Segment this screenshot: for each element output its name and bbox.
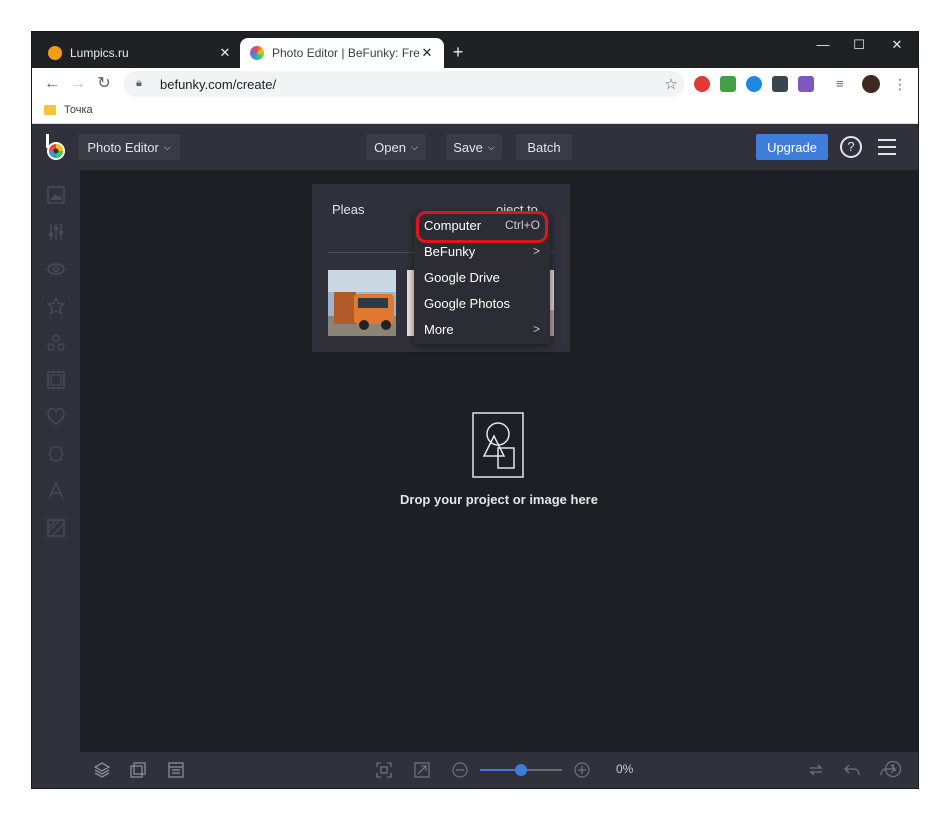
batch-label: Batch [527, 139, 561, 155]
editor-menu-label: Photo Editor [87, 139, 159, 155]
undo-icon[interactable] [844, 762, 860, 778]
editor-canvas[interactable]: Pleas oject to Computer Ctrl+O BeFunky >… [80, 170, 918, 752]
tab-title: Lumpics.ru [70, 46, 129, 60]
sample-image-van[interactable] [328, 270, 396, 336]
maximize-icon[interactable]: ☐ [840, 32, 878, 60]
open-dropdown-menu: Computer Ctrl+O BeFunky > Google Drive G… [414, 212, 550, 344]
avatar[interactable] [862, 75, 880, 93]
menu-item-label: More [424, 321, 454, 337]
forward-icon[interactable]: → [66, 72, 90, 96]
upgrade-button[interactable]: Upgrade [756, 134, 828, 160]
eye-icon[interactable] [47, 260, 65, 278]
menu-item-befunky[interactable]: BeFunky > [414, 238, 550, 264]
bookmark-label: Точка [64, 104, 93, 116]
zoom-slider[interactable] [480, 764, 562, 776]
browser-toolbar: ← → ↻ 🔒︎ befunky.com/create/ ☆ ≡ ⋮ [32, 68, 918, 100]
text-icon[interactable] [47, 482, 65, 500]
close-tab-icon[interactable]: ✕ [218, 45, 232, 61]
menu-item-google-photos[interactable]: Google Photos [414, 290, 550, 316]
save-label: Save [453, 139, 483, 155]
heart-icon[interactable] [47, 408, 65, 426]
adjust-sliders-icon[interactable] [47, 223, 65, 241]
photo-editor-menu[interactable]: Photo Editor ⌵ [78, 134, 180, 160]
zoom-out-icon[interactable] [452, 762, 468, 778]
chevron-right-icon: > [532, 244, 540, 258]
layers-icon[interactable] [94, 762, 110, 778]
close-window-icon[interactable]: ✕ [878, 32, 916, 60]
menu-item-google-drive[interactable]: Google Drive [414, 264, 550, 290]
url-text[interactable]: befunky.com/create/ [160, 77, 658, 92]
star-icon[interactable] [47, 297, 65, 315]
panel-text-left: Pleas [332, 202, 365, 217]
box-extension-icon[interactable] [772, 76, 788, 92]
shapes-icon[interactable] [47, 334, 65, 352]
bookmarks-bar: Точка [32, 100, 918, 124]
chevron-right-icon: > [532, 322, 540, 336]
tab-befunky[interactable]: Photo Editor | BeFunky: Free Onl ✕ [240, 38, 444, 68]
reload-icon[interactable]: ↻ [92, 72, 116, 96]
bookmark-star-icon[interactable]: ☆ [658, 75, 684, 93]
crop-compare-icon[interactable] [130, 762, 146, 778]
texture-icon[interactable] [47, 519, 65, 537]
drop-zone-text: Drop your project or image here [400, 492, 598, 507]
befunky-logo-icon[interactable] [44, 134, 68, 162]
menu-item-label: Computer [424, 217, 482, 233]
music-extension-icon[interactable] [720, 76, 736, 92]
opera-extension-icon[interactable] [694, 76, 710, 92]
ad-extension-icon[interactable] [798, 76, 814, 92]
app-header: Photo Editor ⌵ Open ⌵ Save ⌵ Batch Upgra… [32, 124, 918, 170]
menu-item-more[interactable]: More > [414, 316, 550, 342]
actual-size-icon[interactable] [414, 762, 430, 778]
plus-icon[interactable]: + [448, 42, 468, 62]
history-icon[interactable] [884, 760, 902, 778]
playlist-icon[interactable]: ≡ [836, 76, 852, 92]
fit-screen-icon[interactable] [376, 762, 392, 778]
zoom-slider-handle[interactable] [515, 764, 527, 776]
drop-image-icon [472, 412, 524, 478]
vpn-extension-icon[interactable] [746, 76, 762, 92]
kebab-menu-icon[interactable]: ⋮ [892, 76, 908, 92]
grid-layout-icon[interactable] [168, 762, 184, 778]
tool-sidebar [32, 170, 80, 788]
chevron-down-icon: ⌵ [487, 141, 495, 152]
bottom-toolbar: 0% [80, 752, 918, 788]
menu-item-shortcut: Ctrl+O [504, 218, 540, 232]
tab-strip: Lumpics.ru ✕ Photo Editor | BeFunky: Fre… [32, 32, 918, 68]
batch-button[interactable]: Batch [516, 134, 572, 160]
befunky-favicon-icon [250, 46, 264, 60]
help-icon[interactable]: ? [840, 136, 862, 158]
hamburger-menu-icon[interactable] [878, 139, 896, 155]
open-label: Open [374, 139, 406, 155]
menu-item-computer[interactable]: Computer Ctrl+O [414, 212, 550, 238]
befunky-app: Photo Editor ⌵ Open ⌵ Save ⌵ Batch Upgra… [32, 124, 918, 788]
zoom-value: 0% [616, 762, 634, 776]
zoom-in-icon[interactable] [574, 762, 590, 778]
back-icon[interactable]: ← [40, 72, 64, 96]
image-icon[interactable] [47, 186, 65, 204]
tab-lumpics[interactable]: Lumpics.ru ✕ [38, 38, 242, 68]
badge-icon[interactable] [47, 445, 65, 463]
minimize-icon[interactable]: — [804, 32, 842, 60]
menu-item-label: Google Drive [424, 269, 500, 285]
folder-icon [44, 105, 56, 115]
tab-title: Photo Editor | BeFunky: Free Onl [272, 46, 420, 60]
menu-item-label: BeFunky [424, 243, 476, 259]
browser-window: Lumpics.ru ✕ Photo Editor | BeFunky: Fre… [32, 32, 918, 788]
menu-item-label: Google Photos [424, 295, 511, 311]
chevron-down-icon: ⌵ [410, 141, 418, 152]
lumpics-favicon-icon [48, 46, 62, 60]
chevron-down-icon: ⌵ [163, 141, 171, 152]
address-bar[interactable]: 🔒︎ befunky.com/create/ ☆ [124, 71, 684, 97]
save-button[interactable]: Save ⌵ [446, 134, 502, 160]
open-button[interactable]: Open ⌵ [366, 134, 426, 160]
frame-icon[interactable] [47, 371, 65, 389]
close-tab-icon[interactable]: ✕ [420, 45, 434, 61]
lock-icon: 🔒︎ [136, 77, 142, 89]
bookmark-item[interactable]: Точка [44, 104, 93, 116]
swap-icon[interactable] [808, 762, 824, 778]
